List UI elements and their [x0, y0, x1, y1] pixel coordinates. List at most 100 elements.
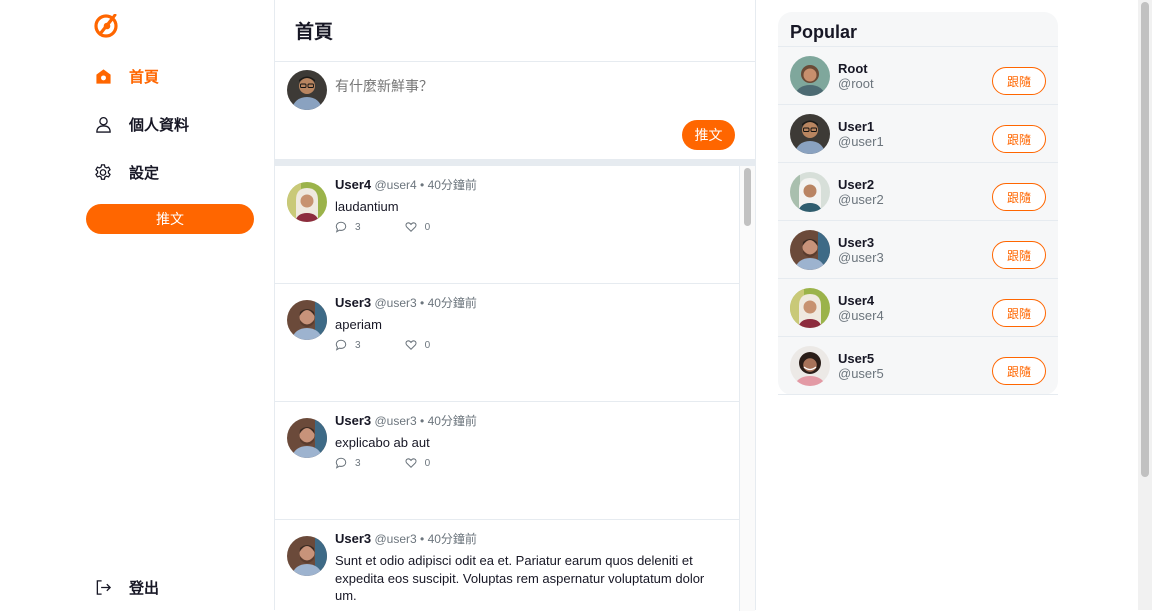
compose-input[interactable] [335, 78, 715, 94]
like-button[interactable]: 0 [405, 339, 431, 351]
follow-button[interactable]: 跟隨 [992, 299, 1046, 327]
avatar[interactable] [287, 536, 327, 576]
follow-button[interactable]: 跟隨 [992, 357, 1046, 385]
reply-count: 3 [355, 339, 361, 351]
popular-user-name[interactable]: User2 [838, 177, 874, 192]
popular-title: Popular [778, 12, 1058, 47]
tweet-handle: @user4 [374, 178, 417, 192]
follow-button[interactable]: 跟隨 [992, 183, 1046, 211]
tweet-feed: User4 @user4 • 40分鐘前 laudantium 3 0 User… [275, 166, 755, 611]
nav-label-profile: 個人資料 [129, 116, 190, 134]
like-count: 0 [424, 221, 431, 233]
tweet-list: User4 @user4 • 40分鐘前 laudantium 3 0 User… [275, 166, 740, 611]
nav-item-profile[interactable]: 個人資料 [94, 112, 189, 136]
tweet-author[interactable]: User4 [335, 177, 371, 192]
avatar[interactable] [790, 288, 830, 328]
tweet-separator: • [420, 296, 425, 310]
tweet-actions: 3 0 [335, 339, 430, 351]
tweet-handle: @user3 [374, 414, 417, 428]
nav-item-settings[interactable]: 設定 [94, 160, 159, 184]
popular-user-name[interactable]: User1 [838, 119, 874, 134]
window-scrollbar[interactable] [1138, 0, 1152, 610]
popular-user-name[interactable]: Root [838, 61, 868, 76]
heart-icon [405, 222, 417, 233]
reply-button[interactable]: 3 [335, 339, 361, 351]
follow-button[interactable]: 跟隨 [992, 67, 1046, 95]
reply-count: 3 [355, 457, 361, 469]
popular-user-handle: @user1 [838, 134, 884, 149]
gear-icon [94, 163, 112, 181]
tweet-separator: • [420, 532, 425, 546]
avatar[interactable] [287, 418, 327, 458]
tweet-time: 40分鐘前 [427, 414, 477, 428]
reply-icon [335, 457, 347, 469]
main-column: 首頁 推文 User4 @user4 • 40分鐘前 laudantium [274, 0, 756, 611]
popular-user-row: User2 @user2 跟隨 [778, 163, 1058, 221]
nav-label-home: 首頁 [129, 68, 160, 86]
popular-user-name[interactable]: User4 [838, 293, 874, 308]
sidebar-tweet-button[interactable]: 推文 [86, 204, 254, 234]
window-scrollbar-thumb[interactable] [1141, 2, 1149, 477]
tweet-item[interactable]: User3 @user3 • 40分鐘前 aperiam 3 0 [275, 284, 739, 402]
tweet-body: laudantium [335, 199, 399, 214]
tweet-author[interactable]: User3 [335, 531, 371, 546]
like-button[interactable]: 0 [405, 457, 431, 469]
popular-user-name[interactable]: User3 [838, 235, 874, 250]
avatar[interactable] [790, 230, 830, 270]
tweet-author[interactable]: User3 [335, 413, 371, 428]
tweet-time: 40分鐘前 [427, 296, 477, 310]
feed-scrollbar-thumb[interactable] [744, 168, 751, 226]
popular-user-handle: @user5 [838, 366, 884, 381]
tweet-author[interactable]: User3 [335, 295, 371, 310]
heart-icon [405, 458, 417, 469]
like-count: 0 [424, 457, 431, 469]
reply-button[interactable]: 3 [335, 221, 361, 233]
like-button[interactable]: 0 [405, 221, 431, 233]
tweet-item[interactable]: User3 @user3 • 40分鐘前 explicabo ab aut 3 … [275, 402, 739, 520]
popular-user-row: User3 @user3 跟隨 [778, 221, 1058, 279]
avatar[interactable] [287, 70, 327, 110]
popular-user-row: Root @root 跟隨 [778, 47, 1058, 105]
tweet-meta: User3 @user3 • 40分鐘前 [335, 294, 477, 311]
popular-user-handle: @user3 [838, 250, 884, 265]
logout-button[interactable]: 登出 [94, 575, 159, 599]
tweet-time: 40分鐘前 [427, 178, 477, 192]
popular-user-name[interactable]: User5 [838, 351, 874, 366]
follow-button[interactable]: 跟隨 [992, 125, 1046, 153]
like-count: 0 [424, 339, 431, 351]
avatar[interactable] [287, 182, 327, 222]
tweet-actions: 3 0 [335, 457, 430, 469]
avatar[interactable] [287, 300, 327, 340]
sidebar: 首頁 個人資料 設定 推文 登出 [86, 0, 254, 610]
logo-icon[interactable] [94, 13, 118, 38]
tweet-body: Sunt et odio adipisci odit ea et. Pariat… [335, 553, 705, 603]
main-header: 首頁 [275, 0, 755, 62]
avatar[interactable] [790, 346, 830, 386]
tweet-meta: User3 @user3 • 40分鐘前 [335, 530, 477, 547]
reply-icon [335, 221, 347, 233]
tweet-item[interactable]: User3 @user3 • 40分鐘前 Sunt et odio adipis… [275, 520, 739, 611]
home-icon [94, 67, 112, 85]
tweet-handle: @user3 [374, 296, 417, 310]
nav-item-home[interactable]: 首頁 [94, 64, 159, 88]
popular-user-row: User1 @user1 跟隨 [778, 105, 1058, 163]
avatar[interactable] [790, 114, 830, 154]
popular-user-handle: @root [838, 76, 874, 91]
heart-icon [405, 340, 417, 351]
feed-scrollbar[interactable] [740, 166, 755, 611]
popular-user-row: User5 @user5 跟隨 [778, 337, 1058, 395]
tweet-item[interactable]: User4 @user4 • 40分鐘前 laudantium 3 0 [275, 166, 739, 284]
popular-user-handle: @user4 [838, 308, 884, 323]
tweet-separator: • [420, 178, 425, 192]
post-tweet-button[interactable]: 推文 [682, 120, 735, 150]
nav-label-settings: 設定 [129, 164, 160, 182]
popular-user-handle: @user2 [838, 192, 884, 207]
popular-user-row: User4 @user4 跟隨 [778, 279, 1058, 337]
follow-button[interactable]: 跟隨 [992, 241, 1046, 269]
avatar[interactable] [790, 172, 830, 212]
user-icon [94, 115, 112, 133]
logout-label: 登出 [129, 579, 160, 597]
reply-count: 3 [355, 221, 361, 233]
avatar[interactable] [790, 56, 830, 96]
reply-button[interactable]: 3 [335, 457, 361, 469]
